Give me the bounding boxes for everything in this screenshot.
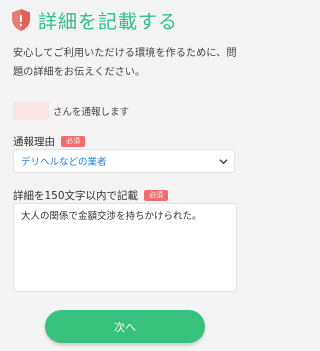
page-title: 詳細を記載する	[38, 10, 179, 33]
details-textarea[interactable]: 大人の関係で金額交渉を持ちかけられた。	[13, 203, 237, 292]
reason-select-value: デリヘルなどの業者	[21, 157, 107, 168]
reason-select[interactable]: デリヘルなどの業者	[13, 149, 235, 173]
page-header: 詳細を記載する	[10, 4, 178, 36]
shield-icon	[12, 9, 30, 31]
required-badge: 必須	[61, 136, 85, 147]
report-target-row: さんを通報します	[13, 102, 129, 120]
details-label: 詳細を150文字以内で記載	[13, 190, 139, 202]
reason-label-row: 通報理由 必須	[13, 134, 85, 149]
intro-text: 安心してご利用いただける環境を作るために、問題の詳細をお伝えください。	[13, 48, 237, 78]
required-badge: 必須	[144, 190, 169, 201]
redacted-username	[13, 102, 49, 120]
chevron-down-icon	[219, 158, 228, 164]
report-target-text: さんを通報します	[53, 107, 130, 118]
report-details-screen: 詳細を記載する 安心してご利用いただける環境を作るために、問題の詳細をお伝えくだ…	[0, 0, 250, 351]
details-label-row: 詳細を150文字以内で記載 必須	[13, 188, 169, 203]
reason-label: 通報理由	[13, 136, 55, 148]
next-button[interactable]: 次へ	[45, 310, 205, 343]
